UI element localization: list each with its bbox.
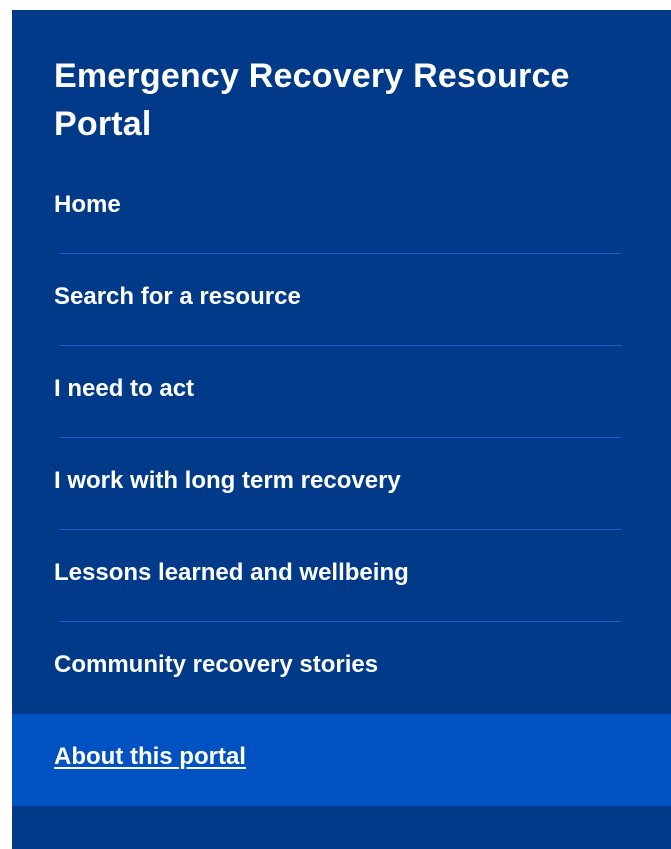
sidebar-item-label[interactable]: I need to act: [12, 374, 214, 404]
sidebar-item-label[interactable]: About this portal: [12, 742, 266, 772]
sidebar-item-label[interactable]: I work with long term recovery: [12, 466, 421, 496]
sidebar-item-search-for-a-resource[interactable]: Search for a resource: [12, 254, 671, 346]
sidebar-item-about-this-portal[interactable]: About this portal: [12, 714, 671, 806]
sidebar-item-i-need-to-act[interactable]: I need to act: [12, 346, 671, 438]
portal-title: Emergency Recovery Resource Portal: [54, 57, 570, 143]
sidebar-nav-list: Home Search for a resource I need to act…: [12, 162, 671, 806]
sidebar-item-label[interactable]: Home: [12, 190, 141, 220]
sidebar-item-long-term-recovery[interactable]: I work with long term recovery: [12, 438, 671, 530]
sidebar-menu: Emergency Recovery Resource Portal Home …: [12, 10, 671, 849]
sidebar-item-label[interactable]: Lessons learned and wellbeing: [12, 558, 429, 588]
sidebar-item-label[interactable]: Search for a resource: [12, 282, 321, 312]
sidebar-item-home[interactable]: Home: [12, 162, 671, 254]
sidebar-item-community-recovery-stories[interactable]: Community recovery stories: [12, 622, 671, 714]
sidebar-item-label[interactable]: Community recovery stories: [12, 650, 398, 680]
sidebar-item-lessons-learned[interactable]: Lessons learned and wellbeing: [12, 530, 671, 622]
